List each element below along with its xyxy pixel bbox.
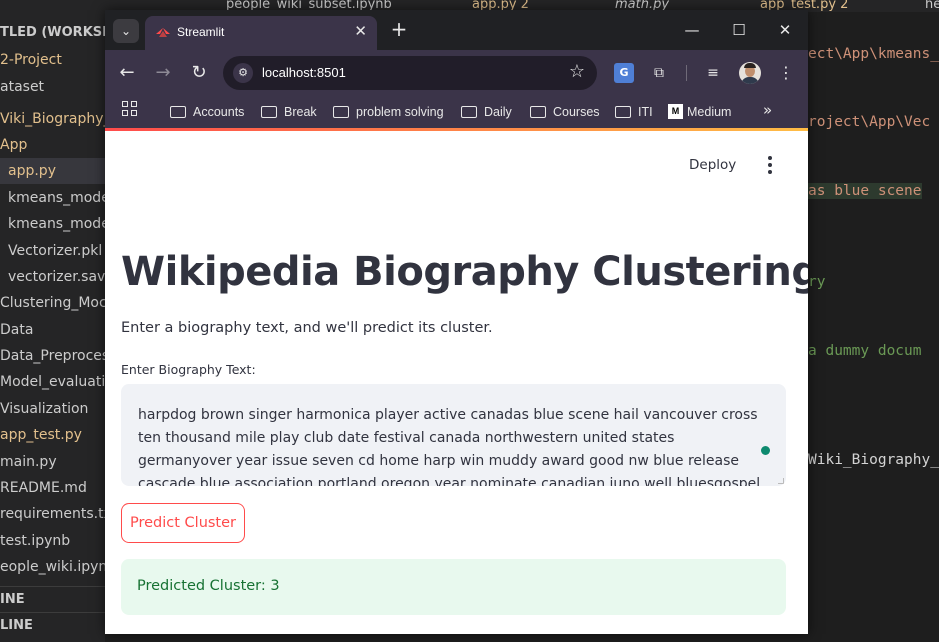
folder-icon (170, 105, 186, 118)
more-bookmarks-icon[interactable]: » (763, 101, 772, 119)
title-bar: ⌄ Streamlit ✕ + — ☐ ✕ (105, 10, 808, 50)
explorer-item[interactable]: README.md (0, 475, 105, 501)
bookmark-break[interactable]: Break (261, 102, 317, 122)
back-arrow-icon[interactable]: ← (115, 61, 139, 85)
resize-handle-icon[interactable] (778, 478, 784, 484)
explorer-item-active[interactable]: app.py (0, 158, 105, 184)
explorer-item[interactable]: 2-Project (0, 47, 105, 73)
folder-icon (261, 105, 277, 118)
maximize-icon[interactable]: ☐ (727, 18, 751, 42)
reload-icon[interactable]: ↻ (187, 61, 211, 85)
browser-window: ⌄ Streamlit ✕ + — ☐ ✕ ← → ↻ ⚙ localhost:… (105, 10, 808, 634)
profile-avatar[interactable] (739, 62, 761, 84)
folder-icon (461, 105, 477, 118)
predict-cluster-button[interactable]: Predict Cluster (121, 503, 245, 543)
explorer-item[interactable]: Visualization (0, 396, 105, 422)
toolbar-divider (686, 65, 687, 81)
code-line: ry (808, 274, 826, 290)
bookmark-daily[interactable]: Daily (461, 102, 512, 122)
explorer-item[interactable]: kmeans_mode (0, 185, 105, 211)
biography-text: harpdog brown singer harmonica player ac… (138, 407, 761, 486)
explorer-item[interactable]: Viki_Biography_C (0, 106, 105, 132)
chrome-menu-icon[interactable]: ⋮ (776, 63, 796, 83)
timeline-section[interactable]: LINE (0, 612, 105, 638)
site-info-icon[interactable]: ⚙ (233, 63, 253, 83)
explorer-item[interactable]: app_test.py (0, 422, 105, 448)
success-alert: Predicted Cluster: 3 (121, 559, 786, 615)
explorer-item[interactable]: main.py (0, 449, 105, 475)
bookmark-star-icon[interactable]: ☆ (569, 61, 585, 82)
vscode-editor[interactable]: ect\App\kmeans_ roject\App\Vec as blue s… (808, 12, 939, 642)
predicted-cluster-text: Predicted Cluster: 3 (137, 578, 280, 594)
code-line: roject\App\Vec (808, 114, 931, 130)
code-line: ect\App\kmeans_ (808, 46, 939, 62)
explorer-item[interactable]: Clustering_Moc (0, 290, 105, 316)
bookmark-iti[interactable]: ITI (615, 102, 653, 122)
grammar-indicator-icon[interactable] (761, 446, 770, 455)
extensions-puzzle-icon[interactable]: ⧉ (649, 63, 669, 83)
explorer-item[interactable]: ataset (0, 74, 105, 100)
page-subtitle: Enter a biography text, and we'll predic… (121, 320, 493, 336)
explorer-item[interactable]: Data (0, 317, 105, 343)
new-tab-icon[interactable]: + (387, 18, 411, 42)
close-tab-icon[interactable]: ✕ (354, 22, 367, 40)
url-text: localhost:8501 (262, 65, 346, 80)
page-title: Wikipedia Biography Clustering (121, 249, 808, 295)
explorer-item[interactable]: test.ipynb (0, 528, 105, 554)
media-control-icon[interactable]: ≡ (703, 63, 723, 83)
translate-extension-icon[interactable]: G (614, 63, 634, 83)
close-window-icon[interactable]: ✕ (773, 18, 797, 42)
workspace-title[interactable]: TLED (WORKSPAC (0, 20, 105, 46)
address-bar[interactable]: ⚙ localhost:8501 ☆ (223, 56, 597, 90)
code-line: as blue scene (808, 183, 922, 199)
streamlit-page: Deploy Wikipedia Biography Clustering En… (105, 131, 808, 634)
browser-tab[interactable]: Streamlit ✕ (145, 16, 377, 50)
bookmark-accounts[interactable]: Accounts (170, 102, 244, 122)
explorer-item[interactable]: Vectorizer.pkl (0, 238, 105, 264)
medium-logo-icon: M (668, 104, 683, 120)
folder-icon (333, 105, 349, 118)
minimize-icon[interactable]: — (680, 18, 704, 42)
streamlit-favicon-icon (156, 28, 170, 37)
explorer-item[interactable]: App (0, 132, 105, 158)
desktop: people_wiki_subset.ipynb app.py 2 math.p… (0, 0, 939, 642)
bookmark-problem-solving[interactable]: problem solving (333, 102, 444, 122)
explorer-item[interactable]: Data_Preproces (0, 343, 105, 369)
forward-arrow-icon[interactable]: → (151, 61, 175, 85)
main-menu-icon[interactable] (765, 155, 775, 175)
folder-icon (530, 105, 546, 118)
folder-icon (615, 105, 631, 118)
vscode-tab[interactable]: he (925, 0, 939, 12)
explorer-item[interactable]: kmeans_mode (0, 211, 105, 237)
code-line: a dummy docum (808, 343, 922, 359)
explorer-item[interactable]: requirements.tx (0, 501, 105, 527)
outline-section[interactable]: INE (0, 586, 105, 612)
explorer-item[interactable]: vectorizer.sav (0, 264, 105, 290)
explorer-item[interactable]: eople_wiki.ipyn (0, 554, 105, 580)
explorer-item[interactable]: Model_evaluati (0, 369, 105, 395)
apps-grid-icon[interactable] (122, 101, 138, 117)
bookmark-medium[interactable]: M Medium (668, 102, 731, 122)
bookmark-courses[interactable]: Courses (530, 102, 600, 122)
tab-search-button[interactable]: ⌄ (113, 19, 139, 43)
deploy-button[interactable]: Deploy (689, 157, 736, 173)
browser-toolbar: ← → ↻ ⚙ localhost:8501 ☆ G ⧉ ≡ ⋮ (105, 50, 808, 96)
textarea-label: Enter Biography Text: (121, 362, 256, 377)
tab-title: Streamlit (177, 25, 225, 39)
vscode-explorer: TLED (WORKSPAC 2-Project ataset Viki_Bio… (0, 12, 105, 642)
code-line: Wiki_Biography_ (808, 452, 939, 468)
biography-textarea[interactable]: harpdog brown singer harmonica player ac… (121, 384, 786, 486)
